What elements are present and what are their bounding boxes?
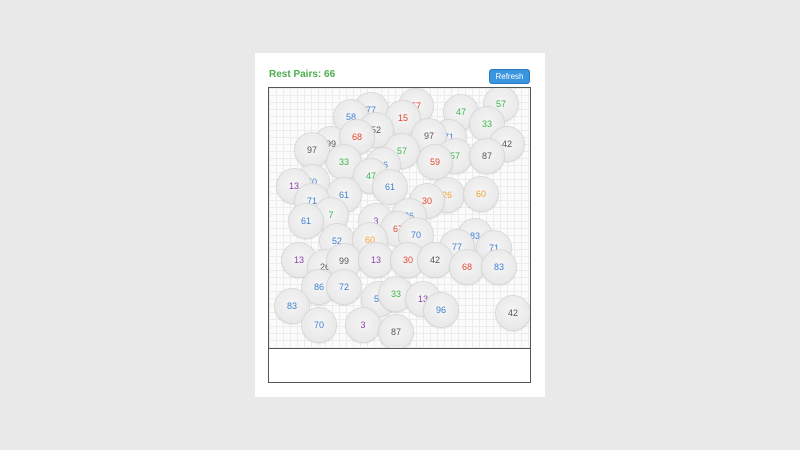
tile-87[interactable]: 87	[379, 315, 413, 348]
tile-13[interactable]: 13	[359, 243, 393, 277]
rest-pairs-counter: Rest Pairs: 66	[269, 69, 336, 80]
tile-42[interactable]: 42	[418, 243, 452, 277]
tile-60[interactable]: 60	[464, 177, 498, 211]
refresh-button[interactable]: Refresh	[489, 69, 530, 84]
tile-97[interactable]: 97	[295, 133, 329, 167]
tile-61[interactable]: 61	[289, 204, 323, 238]
tile-96[interactable]: 96	[424, 293, 458, 327]
tile-87[interactable]: 87	[470, 139, 504, 173]
tile-72[interactable]: 72	[327, 270, 361, 304]
game-panel: Rest Pairs: 66 Refresh 77 57 47 57 58 15 33 52 9…	[255, 53, 545, 397]
tile-70[interactable]: 70	[302, 308, 336, 342]
tile-83[interactable]: 83	[482, 250, 516, 284]
game-board: 7757475758153352996897719742575733598786…	[268, 87, 531, 349]
tile-42[interactable]: 42	[496, 296, 530, 330]
tile-59[interactable]: 59	[418, 145, 452, 179]
tile-68[interactable]: 68	[450, 250, 484, 284]
tile-3[interactable]: 3	[346, 308, 380, 342]
tile-61[interactable]: 61	[373, 170, 407, 204]
selection-tray	[268, 348, 531, 383]
